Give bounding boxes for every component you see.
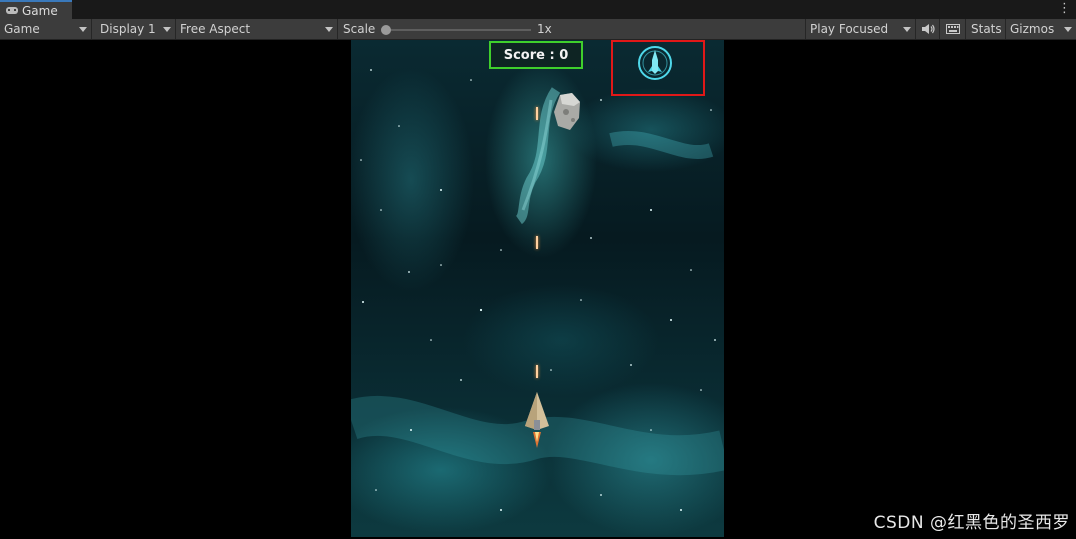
gizmos-label: Gizmos (1010, 22, 1055, 36)
mute-audio-button[interactable] (916, 19, 940, 39)
score-text: Score : 0 (503, 47, 569, 63)
gamepad-icon (6, 7, 18, 14)
tab-game[interactable]: Game (0, 0, 72, 19)
chevron-down-icon (163, 27, 171, 32)
scale-slider-handle[interactable] (381, 25, 391, 35)
aspect-select-label: Free Aspect (180, 22, 251, 36)
display-select[interactable]: Display 1 (92, 19, 176, 39)
play-mode-select[interactable]: Play Focused (806, 19, 916, 39)
play-mode-label: Play Focused (810, 22, 889, 36)
asteroid-enemy (554, 93, 580, 130)
chevron-down-icon (79, 27, 87, 32)
chevron-down-icon (1064, 27, 1072, 32)
score-display: Score : 0 (489, 41, 583, 69)
more-options-icon[interactable]: ⋮ (1058, 1, 1071, 17)
keyboard-icon (945, 24, 960, 34)
player-bullet (536, 365, 538, 378)
gizmos-button[interactable]: Gizmos (1006, 19, 1076, 39)
scale-value: 1x (537, 22, 552, 36)
stats-label: Stats (971, 22, 1002, 36)
game-viewport[interactable]: Score : 0 (351, 40, 724, 537)
chevron-down-icon (325, 27, 333, 32)
scale-slider-track[interactable] (386, 29, 531, 31)
tab-game-label: Game (22, 3, 58, 18)
tab-bar: Game ⋮ (0, 0, 1076, 19)
speaker-icon (921, 24, 935, 34)
view-select[interactable]: Game (0, 19, 92, 39)
player-spaceship (525, 392, 549, 448)
display-select-label: Display 1 (100, 22, 156, 36)
watermark-text: CSDN @红黑色的圣西罗 (873, 513, 1070, 533)
stats-button[interactable]: Stats (966, 19, 1006, 39)
aspect-select[interactable]: Free Aspect (176, 19, 338, 39)
keyboard-shortcuts-button[interactable] (940, 19, 966, 39)
game-toolbar: Game Display 1 Free Aspect Scale 1x Play… (0, 19, 1076, 40)
player-bullet (536, 107, 538, 120)
view-select-label: Game (4, 22, 40, 36)
highlight-box (611, 40, 705, 96)
player-bullet (536, 236, 538, 249)
chevron-down-icon (903, 27, 911, 32)
scale-label: Scale (343, 22, 376, 36)
